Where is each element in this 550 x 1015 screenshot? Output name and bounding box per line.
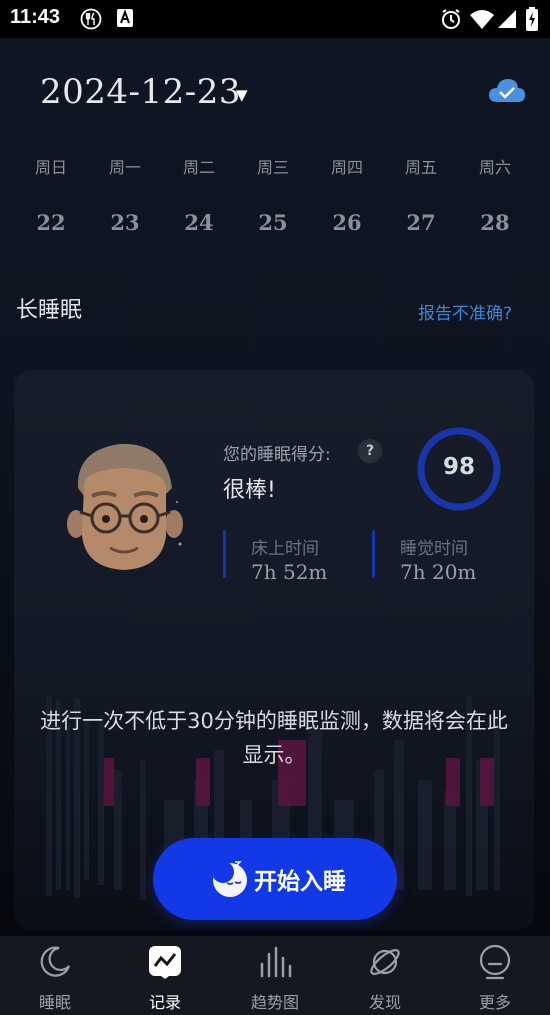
day-number[interactable]: 24 [162, 210, 236, 235]
tab-label: 记录 [148, 993, 181, 1012]
metric-bar [223, 530, 226, 578]
weekday-label: 周日 [34, 158, 67, 177]
report-inaccurate-link[interactable]: 报告不准确? [418, 299, 512, 324]
day-number[interactable]: 25 [236, 210, 310, 235]
tab-label: 睡眠 [38, 993, 71, 1012]
wifi-icon [470, 9, 494, 33]
status-bar: 11:43 [0, 0, 550, 38]
signal-icon [497, 9, 517, 33]
help-icon[interactable]: ? [358, 439, 382, 463]
score-label: 您的睡眠得分: [223, 445, 331, 465]
bars-icon [257, 944, 293, 984]
score-value: 98 [442, 454, 475, 480]
sleeping-moon-icon [211, 860, 249, 902]
battery-icon [526, 7, 538, 35]
tab-sleep[interactable]: 睡眠 [0, 936, 110, 1015]
dropdown-caret-icon[interactable]: ▼ [236, 86, 248, 104]
metric-label: 睡觉时间 [400, 539, 468, 559]
weekday-label: 周二 [182, 158, 215, 177]
avatar [62, 436, 188, 580]
tab-records[interactable]: 记录 [110, 936, 220, 1015]
app-content: 2024-12-23 ▼ 周日 周一 周二 周三 周四 周五 周六 22 23 … [0, 38, 550, 936]
day-number[interactable]: 22 [14, 210, 88, 235]
weekday-label: 周三 [256, 158, 289, 177]
tab-discover[interactable]: 发现 [330, 936, 440, 1015]
section-title: 长睡眠 [16, 298, 83, 323]
bottom-tab-bar: 睡眠 记录 趋势图 发现 更多 [0, 936, 550, 1015]
day-number[interactable]: 26 [310, 210, 384, 235]
score-rating: 很棒! [223, 478, 276, 503]
date-selector[interactable]: 2024-12-23 ▼ [40, 72, 248, 112]
planet-icon [367, 944, 403, 984]
font-app-icon [116, 8, 134, 32]
day-number[interactable]: 27 [384, 210, 458, 235]
chart-icon [147, 944, 183, 984]
tab-label: 趋势图 [250, 993, 299, 1012]
metric-bar [372, 530, 375, 578]
face-icon [477, 944, 513, 984]
weekday-label: 周五 [404, 158, 437, 177]
weekday-label: 周一 [108, 158, 141, 177]
metric-value: 7h 52m [251, 560, 328, 584]
tab-more[interactable]: 更多 [440, 936, 550, 1015]
metric-label: 床上时间 [251, 539, 319, 559]
tab-trends[interactable]: 趋势图 [220, 936, 330, 1015]
moon-icon [37, 944, 73, 984]
day-number[interactable]: 23 [88, 210, 162, 235]
alarm-icon [440, 8, 462, 34]
cloud-sync-icon[interactable] [488, 76, 526, 110]
empty-state-message: 进行一次不低于30分钟的睡眠监测，数据将会在此显示。 [40, 709, 508, 767]
start-sleep-label: 开始入睡 [254, 869, 346, 895]
weekday-label: 周四 [330, 158, 363, 177]
current-date[interactable]: 2024-12-23 [40, 72, 241, 112]
weekday-label: 周六 [478, 158, 511, 177]
start-sleep-button[interactable]: 开始入睡 [153, 838, 397, 920]
day-number[interactable]: 28 [458, 210, 532, 235]
restaurant-icon [80, 8, 102, 34]
metric-value: 7h 20m [400, 560, 477, 584]
status-time: 11:43 [10, 6, 61, 28]
tab-label: 发现 [368, 993, 401, 1012]
tab-label: 更多 [478, 993, 511, 1012]
